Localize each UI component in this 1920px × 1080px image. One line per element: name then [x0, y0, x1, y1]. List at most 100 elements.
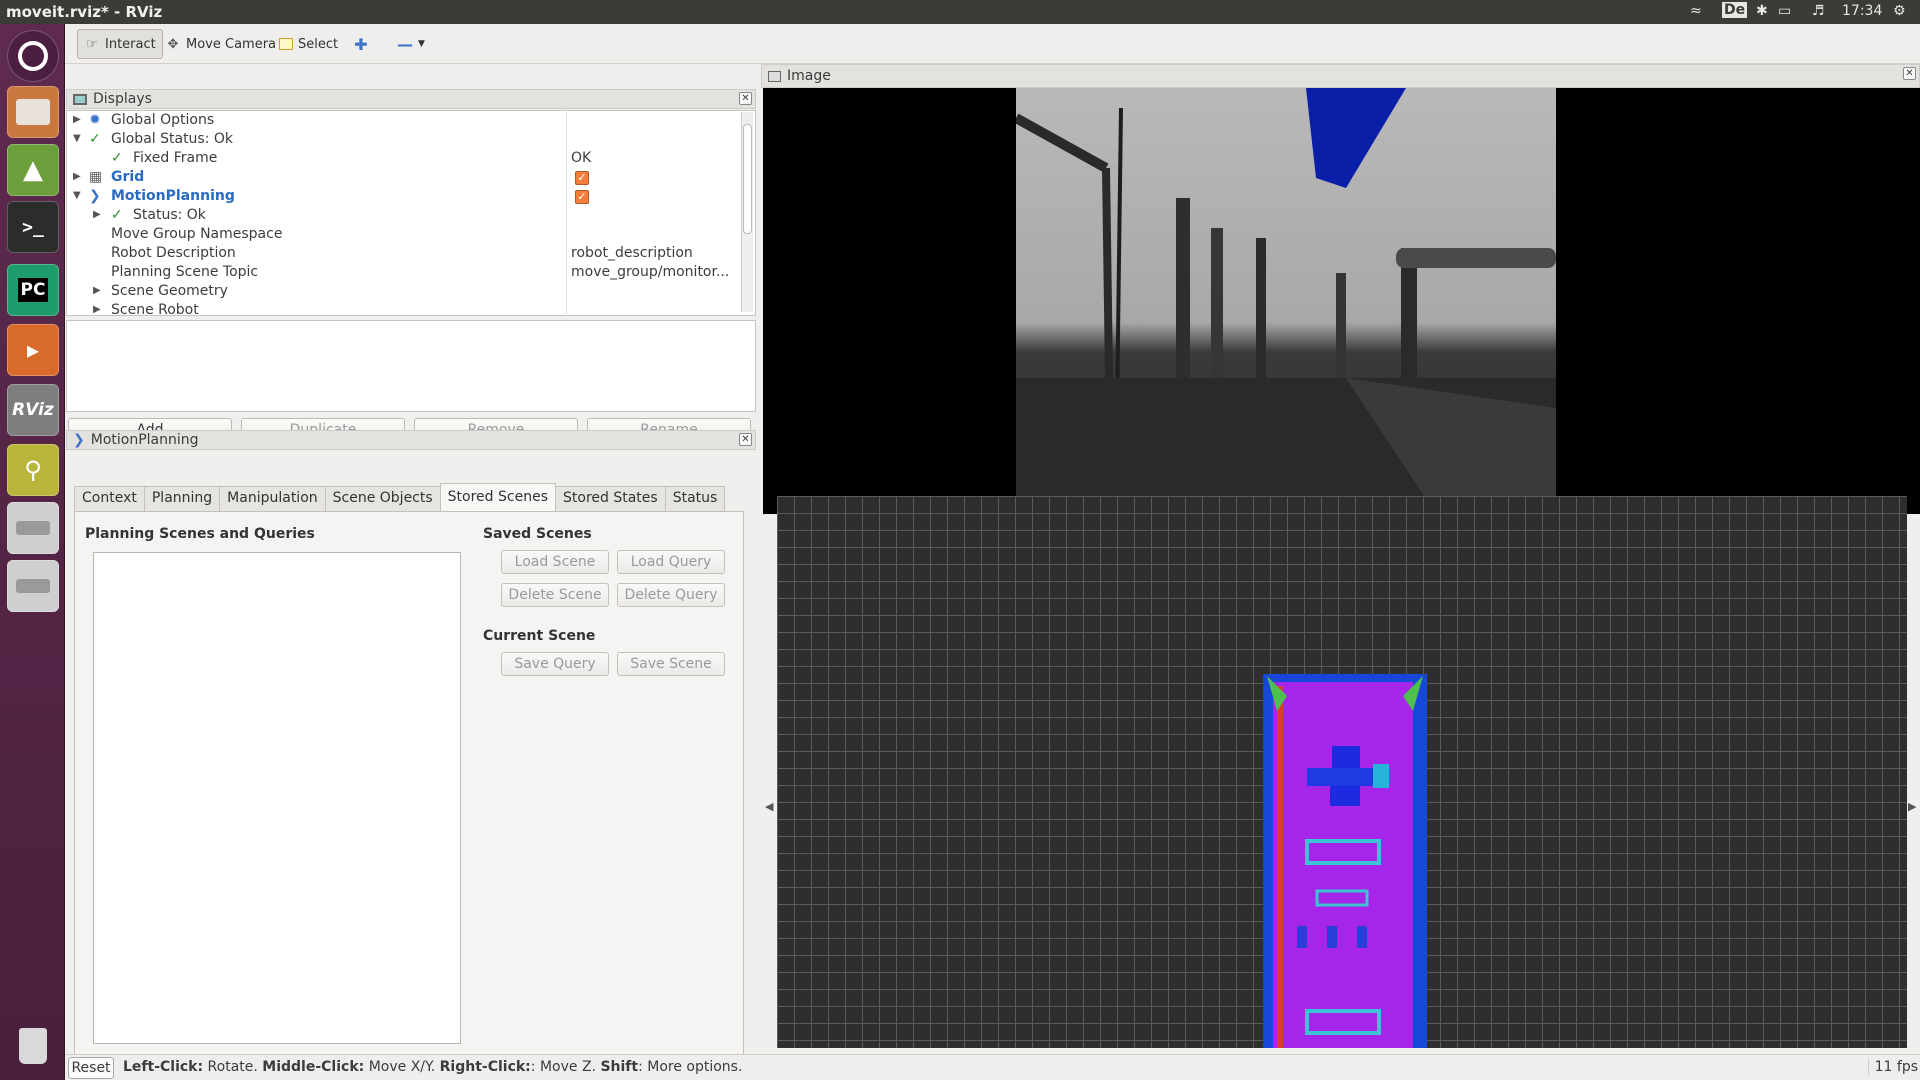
reset-button[interactable]: Reset — [68, 1057, 114, 1079]
expand-arrow-icon[interactable]: ▶ — [93, 209, 103, 220]
tree-row-robot-description[interactable]: Robot Description robot_description — [67, 245, 755, 264]
expand-arrow-icon[interactable]: ▶ — [73, 114, 83, 125]
collapse-arrow-icon[interactable]: ▼ — [73, 133, 83, 144]
tree-row-global-options[interactable]: ▶ ✹ Global Options — [67, 112, 755, 131]
android-studio-icon[interactable]: ▲ — [7, 144, 59, 196]
image-panel-title: Image — [787, 68, 831, 84]
launcher: ▲ >_ PC ▸ RViz ⚲ — [0, 24, 65, 1080]
close-icon[interactable]: ✕ — [739, 92, 752, 105]
tab-stored-states[interactable]: Stored States — [555, 486, 666, 511]
hint-text: Rotate. — [203, 1059, 263, 1075]
add-tool-button[interactable]: ✚ — [347, 29, 375, 59]
enabled-checkbox[interactable]: ✓ — [575, 190, 589, 204]
expand-arrow-icon[interactable]: ▶ — [93, 304, 103, 315]
settings-gear-icon[interactable]: ⚙ — [1893, 3, 1906, 19]
tree-label: Move Group Namespace — [111, 226, 283, 242]
hint-text: Move X/Y. — [364, 1059, 440, 1075]
hint-key: Right-Click: — [439, 1059, 531, 1075]
rviz-icon[interactable]: RViz — [7, 384, 59, 436]
select-tool-button[interactable]: Select — [273, 29, 344, 59]
select-icon — [279, 38, 293, 50]
load-query-button[interactable]: Load Query — [617, 550, 725, 574]
tree-row-scene-robot[interactable]: ▶ Scene Robot — [67, 302, 755, 316]
volume-icon[interactable]: ♬ — [1812, 3, 1825, 19]
plus-icon: ✚ — [354, 34, 368, 54]
tree-column-divider — [566, 110, 567, 316]
clock[interactable]: 17:34 — [1842, 3, 1882, 19]
tree-row-scene-geometry[interactable]: ▶ Scene Geometry — [67, 283, 755, 302]
tab-scene-objects[interactable]: Scene Objects — [324, 486, 441, 511]
tab-planning[interactable]: Planning — [143, 486, 221, 511]
collapse-right-icon[interactable]: ▶ — [1908, 800, 1916, 813]
tab-status[interactable]: Status — [664, 486, 726, 511]
pycharm-icon[interactable]: PC — [7, 264, 59, 316]
move-camera-label: Move Camera — [186, 36, 277, 52]
expand-arrow-icon[interactable]: ▶ — [73, 171, 83, 182]
collapse-arrow-icon[interactable]: ▼ — [73, 190, 83, 201]
scrollbar-thumb[interactable] — [743, 124, 752, 234]
keyboard-layout-indicator[interactable]: De — [1722, 2, 1748, 18]
battery-icon[interactable]: ▭ — [1778, 3, 1791, 19]
tab-stored-scenes[interactable]: Stored Scenes — [439, 483, 556, 511]
tab-context[interactable]: Context — [74, 486, 145, 511]
load-scene-button[interactable]: Load Scene — [501, 550, 609, 574]
remove-tool-dropdown[interactable]: — ▼ — [391, 29, 431, 59]
tree-label: Scene Geometry — [111, 283, 228, 299]
planning-scenes-list[interactable] — [93, 552, 461, 1044]
tree-label: Global Status: Ok — [111, 131, 234, 147]
wifi-icon[interactable]: ≈ — [1690, 3, 1702, 19]
drive-icon[interactable] — [7, 502, 59, 554]
close-icon[interactable]: ✕ — [739, 433, 752, 446]
ubuntu-dash-icon[interactable] — [7, 30, 59, 82]
tree-row-status[interactable]: ▶ ✓ Status: Ok — [67, 207, 755, 226]
drive-icon-2[interactable] — [7, 560, 59, 612]
camera-image-view[interactable] — [763, 88, 1920, 514]
interact-tool-button[interactable]: ☞ Interact — [77, 29, 163, 59]
files-icon[interactable] — [7, 86, 59, 138]
tree-row-motionplanning[interactable]: ▼ ❯ MotionPlanning ✓ — [67, 188, 755, 207]
motionplanning-panel-header: ❯ MotionPlanning ✕ — [66, 430, 756, 450]
grid-icon: ▦ — [89, 169, 103, 185]
terminal-icon[interactable]: >_ — [7, 201, 59, 253]
tree-label: Planning Scene Topic — [111, 264, 259, 280]
mouse-hint: Left-Click: Rotate. Middle-Click: Move X… — [123, 1059, 742, 1075]
expand-arrow-icon[interactable]: ▶ — [93, 285, 103, 296]
3d-render-view[interactable] — [777, 496, 1907, 1048]
sublime-text-icon[interactable]: ▸ — [7, 324, 59, 376]
move-camera-tool-button[interactable]: ✥ Move Camera — [159, 29, 282, 59]
delete-scene-button[interactable]: Delete Scene — [501, 583, 609, 607]
bluetooth-icon[interactable]: ✱ — [1756, 3, 1768, 19]
displays-tree: ▶ ✹ Global Options ▼ ✓ Global Status: Ok ✓ Fi… — [66, 110, 756, 316]
displays-panel-header: Displays ✕ — [66, 89, 756, 109]
close-icon[interactable]: ✕ — [1903, 67, 1916, 80]
tree-row-global-status[interactable]: ▼ ✓ Global Status: Ok — [67, 131, 755, 150]
tree-label: MotionPlanning — [111, 188, 235, 204]
displays-scrollbar[interactable] — [741, 112, 753, 312]
trash-icon[interactable] — [7, 1020, 59, 1072]
save-scene-button[interactable]: Save Scene — [617, 652, 725, 676]
tab-manipulation[interactable]: Manipulation — [219, 486, 326, 511]
camera-image — [1016, 88, 1556, 514]
tree-row-planning-scene-topic[interactable]: Planning Scene Topic move_group/monitor..… — [67, 264, 755, 283]
enabled-checkbox[interactable]: ✓ — [575, 171, 589, 185]
top-panel: moveit.rviz* - RViz ≈ De ✱ ▭ ♬ 17:34 ⚙ — [0, 0, 1920, 24]
delete-query-button[interactable]: Delete Query — [617, 583, 725, 607]
tree-value: robot_description — [571, 245, 693, 261]
image-panel-header: Image ✕ — [761, 64, 1920, 88]
collapse-left-icon[interactable]: ◀ — [765, 800, 773, 813]
tree-row-move-group-namespace[interactable]: Move Group Namespace — [67, 226, 755, 245]
rviz-window: ☞ Interact ✥ Move Camera Select ✚ — ▼ Displ… — [65, 24, 1920, 1080]
tree-label: Scene Robot — [111, 302, 199, 316]
minus-icon: — — [397, 34, 413, 54]
tree-row-fixed-frame[interactable]: ✓ Fixed Frame OK — [67, 150, 755, 169]
save-query-button[interactable]: Save Query — [501, 652, 609, 676]
document-viewer-icon[interactable]: ⚲ — [7, 444, 59, 496]
hint-text: : Move Z. — [530, 1059, 601, 1075]
chevron-down-icon: ▼ — [418, 39, 425, 49]
tree-label: Grid — [111, 169, 145, 185]
fps-counter: 11 fps — [1867, 1059, 1918, 1075]
move-camera-icon: ✥ — [167, 36, 179, 52]
tree-label: Fixed Frame — [133, 150, 218, 166]
tree-row-grid[interactable]: ▶ ▦ Grid ✓ — [67, 169, 755, 188]
motion-planning-icon: ❯ — [89, 188, 101, 204]
